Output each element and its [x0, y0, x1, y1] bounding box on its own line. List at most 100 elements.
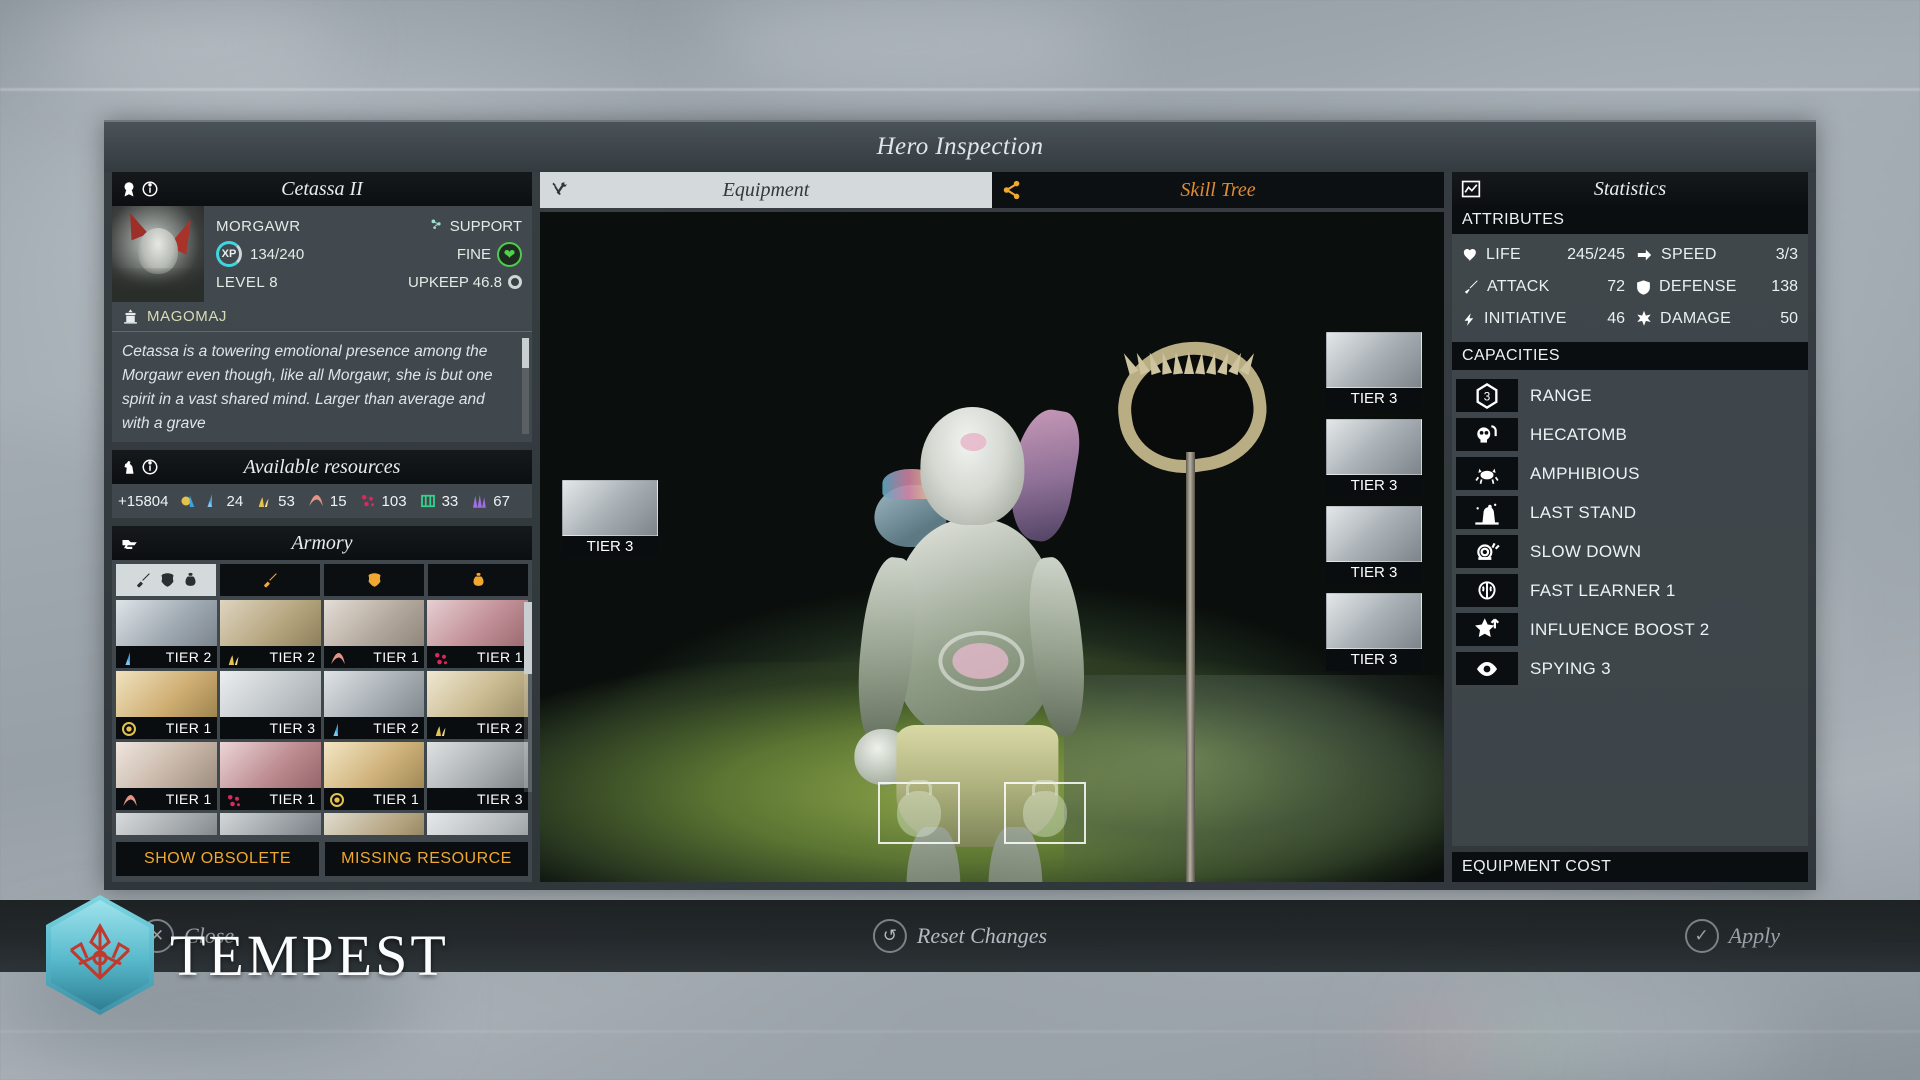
armory-scrollbar[interactable] [524, 602, 532, 792]
hero-bio-text: Cetassa is a towering emotional presence… [122, 343, 493, 432]
pouch-icon [897, 791, 941, 838]
hero-3d-viewport[interactable]: TIER 3 TIER 3 TIER 3 TIER 3 TIER 3 [540, 212, 1444, 882]
reset-changes-button[interactable]: ↺ Reset Changes [872, 919, 1047, 953]
armory-item-footer: TIER 1 [219, 788, 321, 810]
resources-header: Available resources [112, 450, 532, 484]
armory-item[interactable]: TIER 3 [219, 671, 321, 739]
hero-card-header: Cetassa II [112, 172, 532, 206]
armory-item[interactable]: TIER 1 [219, 742, 321, 810]
armory-item-tier: TIER 1 [165, 720, 212, 736]
avatar[interactable] [112, 206, 204, 302]
armory-item[interactable]: TIER 1 [427, 600, 528, 668]
weapons-tab[interactable] [220, 564, 320, 596]
helmet-slot-thumb [1326, 332, 1422, 388]
info-icon[interactable] [141, 458, 159, 476]
armory-item[interactable]: TIER 3 [427, 742, 528, 810]
armory-item[interactable]: TIER 1 [323, 600, 425, 668]
tab-equipment[interactable]: Equipment [540, 172, 992, 208]
armory-item-grid: TIER 2 TIER 2 TIER 1 TIER 1 TIER 1 TIER … [116, 600, 528, 835]
hero-role: SUPPORT [449, 217, 522, 235]
snail-icon [1456, 535, 1518, 568]
info-icon[interactable] [141, 180, 159, 198]
heart-icon: ❤ [497, 241, 522, 267]
brain-icon [1456, 574, 1518, 607]
backdrop-blur-1 [40, 10, 340, 80]
adamantian-icon [329, 650, 345, 665]
accessory-slot-2[interactable] [1004, 782, 1086, 844]
helmet-slot-tier: TIER 3 [1326, 388, 1422, 410]
armory-item-tier: TIER 1 [165, 791, 212, 807]
armory-item[interactable]: TIER 2 [116, 600, 217, 668]
armory-item[interactable] [219, 813, 321, 835]
capacity-influence-boost[interactable]: INFLUENCE BOOST 2 [1452, 610, 1808, 649]
armory-item-tier: TIER 2 [373, 720, 420, 736]
attribute-value: 138 [1771, 278, 1798, 295]
armory-item[interactable] [116, 813, 217, 835]
boots-slot-tier: TIER 3 [1326, 649, 1422, 671]
helmet-slot[interactable]: TIER 3 [1326, 332, 1422, 410]
capacity-label: SPYING 3 [1530, 658, 1611, 678]
armory-item[interactable]: TIER 1 [116, 742, 217, 810]
backdrop-stripe-top [0, 88, 1920, 91]
armory-item[interactable] [427, 813, 528, 835]
armory-item-footer: TIER 1 [323, 788, 425, 810]
armor-slot[interactable]: TIER 3 [1326, 419, 1422, 497]
armory-item[interactable]: TIER 1 [323, 742, 425, 810]
accessory-tab[interactable] [428, 564, 528, 596]
missing-resource-button[interactable]: MISSING RESOURCE [325, 842, 528, 876]
capacity-amphibious[interactable]: AMPHIBIOUS [1452, 454, 1808, 493]
arrow-icon [1635, 247, 1654, 263]
knight-chess-icon[interactable] [120, 458, 138, 476]
capacity-slow-down[interactable]: SLOW DOWN [1452, 532, 1808, 571]
accessory-slot-1[interactable] [878, 782, 960, 844]
pouch-icon [1023, 791, 1067, 838]
glassteel-icon [255, 492, 273, 510]
armory-item-footer: TIER 2 [427, 717, 528, 739]
offhand-slot[interactable]: TIER 3 [1326, 506, 1422, 584]
capacity-label: FAST LEARNER 1 [1530, 580, 1676, 600]
hero-race: MORGAWR [216, 217, 301, 235]
resource-value-5: 67 [493, 492, 510, 510]
armory-title: Armory [291, 531, 353, 554]
capacity-last-stand[interactable]: LAST STAND [1452, 493, 1808, 532]
attribute-label: ATTACK [1487, 278, 1550, 295]
armory-item[interactable]: TIER 2 [427, 671, 528, 739]
apply-button[interactable]: ✓ Apply [1684, 919, 1780, 953]
tab-skill-tree[interactable]: Skill Tree [992, 172, 1444, 208]
armory-item[interactable]: TIER 2 [219, 600, 321, 668]
attribute-label: SPEED [1661, 246, 1717, 263]
capacity-label: HECATOMB [1530, 424, 1628, 444]
portrait-fur [112, 268, 204, 302]
armory-item-footer: TIER 2 [323, 717, 425, 739]
armory-header: Armory [112, 526, 532, 560]
show-obsolete-button[interactable]: SHOW OBSOLETE [116, 842, 319, 876]
page-title: Hero Inspection [876, 133, 1044, 160]
share-nodes-icon [1000, 179, 1024, 201]
shield-icon [1635, 279, 1652, 296]
apply-button-label: Apply [1728, 923, 1780, 948]
attributes-label: ATTRIBUTES [1452, 206, 1808, 234]
capacity-hecatomb[interactable]: HECATOMB [1452, 415, 1808, 454]
armory-item[interactable]: TIER 2 [323, 671, 425, 739]
weapon-slot-tier: TIER 3 [562, 536, 658, 558]
attribute-label: LIFE [1486, 246, 1521, 263]
capacities-list: 3 RANGE HECATOMB AMPHIBIOUS LAST STAND S… [1452, 372, 1808, 688]
capacity-spying[interactable]: SPYING 3 [1452, 649, 1808, 688]
capacity-range[interactable]: 3 RANGE [1452, 376, 1808, 415]
armory-item-thumb [116, 813, 217, 835]
all-tab[interactable] [116, 564, 216, 596]
armory-item[interactable] [323, 813, 425, 835]
armor-tab[interactable] [324, 564, 424, 596]
pouch-icon [182, 571, 199, 589]
weapon-slot[interactable]: TIER 3 [562, 480, 658, 558]
statistics-panel: Statistics ATTRIBUTES LIFE 245/245 SPEED… [1452, 172, 1808, 846]
endless-crown-icon [46, 895, 154, 1015]
orichalcix-icon [470, 492, 488, 510]
rank-medal-icon[interactable] [120, 180, 138, 198]
armory-item[interactable]: TIER 1 [116, 671, 217, 739]
building-icon [122, 308, 139, 325]
capacity-fast-learner[interactable]: FAST LEARNER 1 [1452, 571, 1808, 610]
boots-slot[interactable]: TIER 3 [1326, 593, 1422, 671]
bio-scrollbar[interactable] [522, 338, 529, 434]
armory-tab-bar [112, 560, 532, 598]
